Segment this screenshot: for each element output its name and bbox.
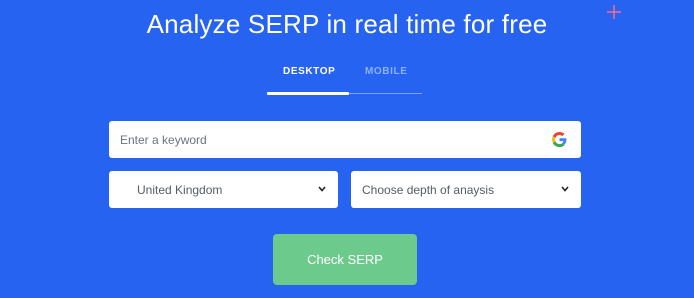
- google-g-icon: [552, 132, 567, 147]
- tab-desktop[interactable]: DESKTOP: [283, 66, 335, 77]
- country-select[interactable]: United Kingdom: [109, 171, 338, 208]
- country-select-value: United Kingdom: [137, 182, 223, 197]
- device-tabs: DESKTOP MOBILE: [267, 62, 422, 96]
- chevron-down-icon: [561, 186, 569, 192]
- check-serp-button[interactable]: Check SERP: [273, 234, 417, 285]
- keyword-input[interactable]: Enter a keyword: [109, 121, 581, 158]
- page-title: Analyze SERP in real time for free: [146, 9, 548, 39]
- chevron-down-icon: [318, 186, 326, 192]
- depth-select[interactable]: Choose depth of anaysis: [351, 171, 581, 208]
- keyword-input-placeholder: Enter a keyword: [120, 132, 207, 147]
- tab-active-indicator: [267, 92, 349, 95]
- depth-select-value: Choose depth of anaysis: [362, 182, 495, 197]
- sparkle-decoration-icon: [607, 5, 621, 19]
- tab-mobile[interactable]: MOBILE: [365, 66, 408, 77]
